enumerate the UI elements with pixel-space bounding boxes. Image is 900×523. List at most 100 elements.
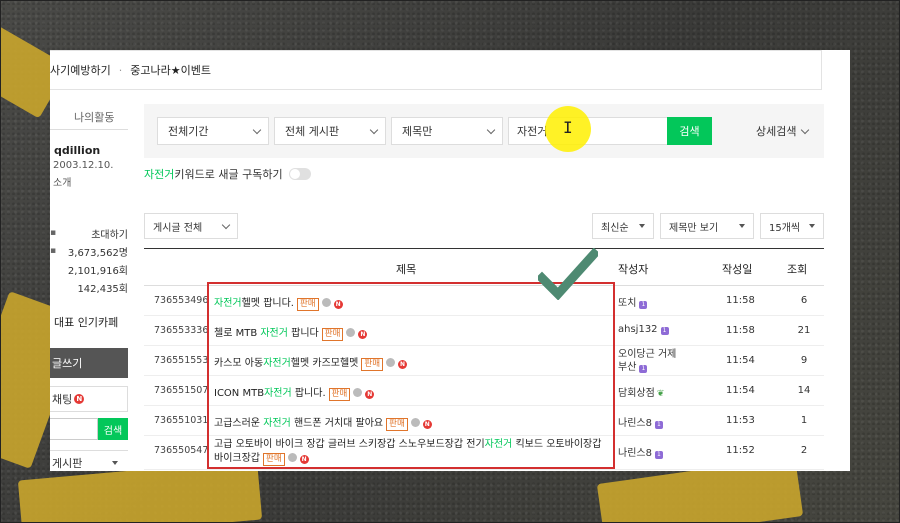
scope-select[interactable]: 제목만	[391, 117, 503, 145]
sort-select[interactable]: 최신순	[592, 213, 654, 239]
post-type-filter[interactable]: 게시글 전체	[144, 213, 238, 239]
title-suffix: 헬멧 팝니다.	[241, 298, 294, 309]
write-button[interactable]: 글쓰기	[50, 348, 128, 378]
header-date: 작성일	[722, 263, 753, 276]
post-title-link[interactable]: 고급스러운 자전거 핸드폰 거치대 팔아요 판매 N	[214, 414, 432, 431]
title-keyword: 자전거	[264, 388, 292, 399]
header-author: 작성자	[618, 263, 649, 276]
count-select[interactable]: 15개씩	[760, 213, 824, 239]
table-header: 제목 작성자 작성일 조회	[144, 248, 824, 286]
sale-tag: 판매	[321, 328, 344, 341]
photo-icon	[353, 388, 363, 397]
period-select[interactable]: 전체기간	[157, 117, 269, 145]
caret-down-icon	[739, 224, 745, 228]
join-date: 2003.12.10.	[53, 160, 114, 171]
board-menu[interactable]: 게시판	[50, 450, 128, 471]
count-value: 15개씩	[769, 222, 801, 234]
level-icon: 1	[639, 365, 648, 373]
view-select[interactable]: 제목만 보기	[660, 213, 754, 239]
post-views: 21	[797, 325, 811, 336]
chevron-down-icon	[369, 125, 379, 134]
title-prefix: 카스모 아동	[214, 358, 264, 369]
post-author[interactable]: 담회상점 ❦	[618, 384, 664, 399]
new-badge: N	[299, 455, 309, 464]
table-row[interactable]: 736553496 자전거헬멧 팝니다. 판매 N 또치 1 11:58 6	[144, 286, 824, 316]
sidebar-search-button[interactable]: 검색	[98, 418, 128, 440]
tab-my-activity[interactable]: 나의활동	[74, 109, 114, 125]
invite-row: ▪ 초대하기	[50, 224, 128, 242]
menu-fraud-prevention[interactable]: 사기예방하기	[50, 62, 111, 78]
photo-icon	[346, 328, 356, 337]
cafe-window: 사기예방하기 · 중고나라★이벤트 나의활동 qdillion 2003.12.…	[50, 50, 850, 471]
post-time: 11:52	[726, 445, 755, 456]
sprout-icon: ❦	[656, 389, 665, 399]
table-row[interactable]: 736553336 첼로 MTB 자전거 팝니다 판매 N ahsj132 1 11:…	[144, 316, 824, 346]
chevron-down-icon	[801, 125, 810, 134]
post-author[interactable]: ahsj132 1	[618, 324, 669, 335]
post-title-link[interactable]: 카스모 아동자전거헬멧 카즈모헬멧 판매 N	[214, 354, 408, 371]
stat-row: ▪ 3,673,562명	[50, 242, 128, 260]
post-title-link[interactable]: 고급 오토바이 바이크 장갑 글러브 스키장갑 스노우보드장갑 전기자전거 킥보…	[214, 438, 609, 466]
title-keyword: 자전거	[260, 328, 288, 339]
subscribe-text: 키워드로 새글 구독하기	[174, 168, 283, 181]
author-name: 오이당근 거제부산	[618, 349, 677, 373]
menu-separator: ·	[118, 63, 123, 77]
member-icon: ▪	[50, 246, 57, 256]
post-author[interactable]: 나린스8 1	[618, 414, 663, 429]
top-menu-bar: 사기예방하기 · 중고나라★이벤트	[50, 50, 822, 90]
post-number: 736551031	[154, 415, 209, 426]
caret-down-icon	[112, 460, 118, 465]
title-keyword: 자전거	[484, 439, 513, 450]
level-icon: 1	[654, 451, 663, 459]
popular-cafe-label[interactable]: 대표 인기카페	[54, 314, 118, 330]
post-author[interactable]: 나린스8 1	[618, 444, 663, 459]
table-row[interactable]: 736551507 ICON MTB자전거 팝니다. 판매 N 담회상점 ❦ 11:5…	[144, 376, 824, 406]
people-icon: ▪	[50, 228, 57, 238]
chat-label: 채팅	[52, 393, 73, 406]
post-views: 1	[800, 415, 808, 426]
user-id[interactable]: qdillion	[54, 144, 128, 157]
post-time: 11:58	[726, 295, 755, 306]
board-select[interactable]: 전체 게시판	[274, 117, 386, 145]
author-name: 나린스8	[618, 418, 652, 429]
advanced-search-label: 상세검색	[756, 125, 797, 138]
title-prefix: 고급스러운	[214, 418, 264, 429]
post-title-link[interactable]: 첼로 MTB 자전거 팝니다 판매 N	[214, 324, 368, 341]
post-time: 11:58	[726, 325, 755, 336]
intro-link[interactable]: 소개	[53, 174, 128, 189]
chat-link[interactable]: 채팅 N	[50, 386, 128, 412]
post-time: 11:54	[726, 355, 755, 366]
member-count: 3,673,562명	[67, 247, 128, 259]
new-badge: N	[333, 300, 343, 309]
new-badge: N	[365, 390, 375, 399]
subscribe-toggle[interactable]	[288, 168, 311, 180]
text-cursor-icon: I	[563, 118, 573, 137]
post-author[interactable]: 또치 1	[618, 294, 648, 309]
chevron-down-icon	[252, 125, 262, 134]
chevron-down-icon	[486, 125, 496, 134]
left-sidebar: 나의활동 qdillion 2003.12.10. 소개 ▪ 초대하기 ▪ 3,67…	[50, 104, 128, 471]
title-suffix: 핸드폰 거치대 팔아요	[290, 418, 384, 429]
photo-icon	[321, 298, 331, 307]
advanced-search-toggle[interactable]: 상세검색	[756, 123, 810, 139]
table-row[interactable]: 736550547 고급 오토바이 바이크 장갑 글러브 스키장갑 스노우보드장…	[144, 436, 824, 470]
sidebar-search-input[interactable]	[50, 418, 98, 440]
post-type-value: 게시글 전체	[153, 222, 203, 234]
post-number: 736550547	[154, 445, 209, 456]
author-name: 담회상점	[618, 388, 655, 399]
post-views: 6	[800, 295, 808, 306]
post-title-link[interactable]: 자전거헬멧 팝니다. 판매 N	[214, 294, 343, 311]
title-keyword: 자전거	[214, 298, 242, 309]
table-row[interactable]: 736551031 고급스러운 자전거 핸드폰 거치대 팔아요 판매 N 나린스8 1…	[144, 406, 824, 436]
search-button[interactable]: 검색	[667, 117, 712, 145]
new-badge: N	[74, 394, 85, 404]
table-row[interactable]: 736551553 카스모 아동자전거헬멧 카즈모헬멧 판매 N 오이당근 거제부산…	[144, 346, 824, 376]
post-title-link[interactable]: ICON MTB자전거 팝니다. 판매 N	[214, 384, 375, 401]
caret-down-icon	[639, 224, 645, 228]
title-suffix: 헬멧 카즈모헬멧	[290, 358, 359, 369]
invite-link[interactable]: 초대하기	[91, 226, 128, 241]
sale-tag: 판매	[386, 418, 408, 431]
menu-event[interactable]: 중고나라★이벤트	[130, 62, 211, 78]
level-icon: 1	[660, 327, 669, 335]
post-author[interactable]: 오이당근 거제부산 1	[618, 348, 682, 374]
